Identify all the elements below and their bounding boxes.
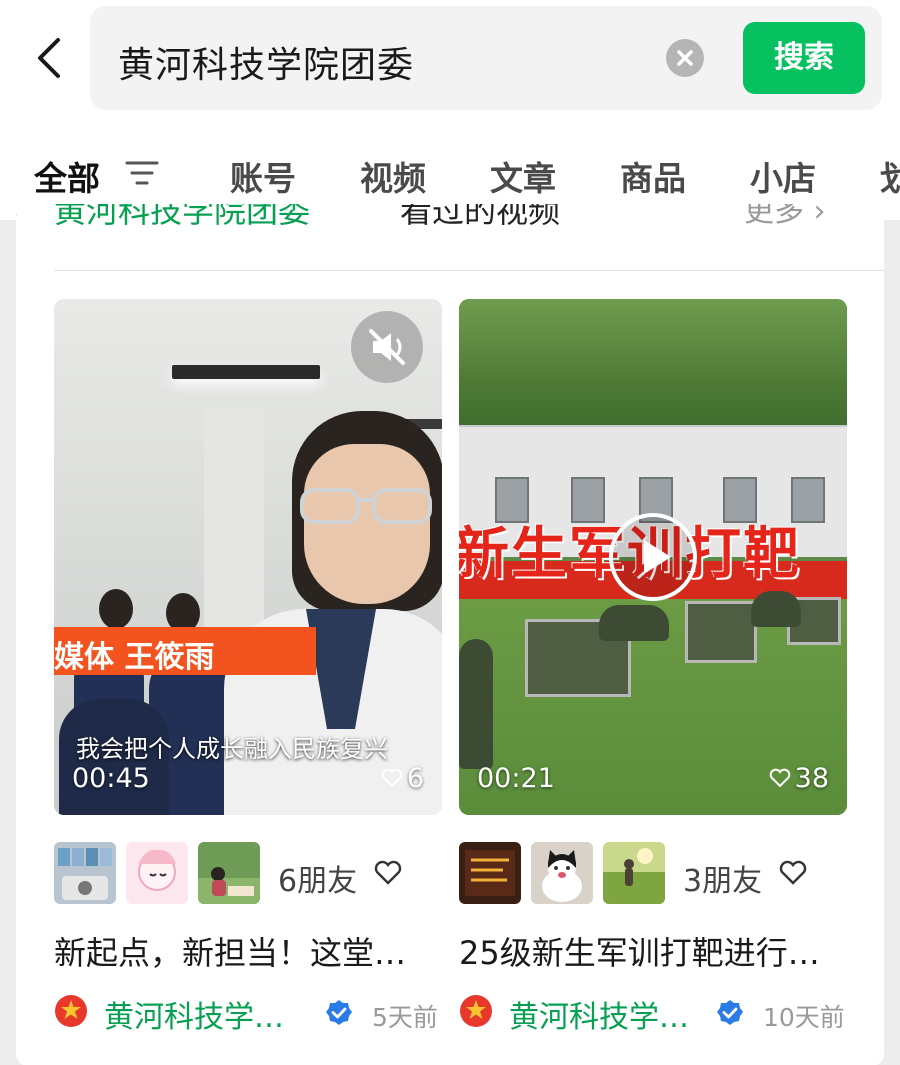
- video-title[interactable]: 新起点，新担当！这堂…: [54, 928, 442, 974]
- verified-icon: [717, 1000, 743, 1025]
- mute-icon[interactable]: [351, 311, 423, 383]
- search-query-text[interactable]: 黄河科技学院团委: [118, 36, 414, 88]
- more-link[interactable]: 更多 ›: [744, 204, 826, 230]
- search-input[interactable]: 黄河科技学院团委 搜索: [90, 6, 882, 110]
- search-button[interactable]: 搜索: [743, 22, 865, 94]
- publish-time: 10天前: [763, 1003, 845, 1032]
- back-arrow-icon[interactable]: [30, 36, 70, 80]
- watched-videos-card: 黄河科技学院团委 看过的视频 更多 › 媒体 王筱雨 我会把个人成长融入民族复兴…: [16, 204, 884, 1065]
- author-name[interactable]: 黄河科技学…: [509, 992, 689, 1036]
- author-row[interactable]: 黄河科技学… 10天前: [459, 992, 851, 1036]
- avatar[interactable]: [531, 842, 593, 904]
- video-title[interactable]: 25级新生军训打靶进行…: [459, 928, 847, 974]
- video-duration: 00:45: [72, 763, 150, 794]
- avatar[interactable]: [603, 842, 665, 904]
- heart-icon[interactable]: [779, 860, 807, 886]
- friends-count: 6朋友: [278, 864, 358, 899]
- section-title-account[interactable]: 黄河科技学院团委: [54, 204, 310, 232]
- video-duration: 00:21: [477, 763, 555, 794]
- tab-product[interactable]: 商品: [620, 152, 686, 200]
- name-banner-text: 媒体 王筱雨: [54, 640, 215, 675]
- tab-all[interactable]: 全部: [34, 152, 100, 200]
- top-search-bar: 黄河科技学院团委 搜索: [0, 0, 900, 118]
- tab-account[interactable]: 账号: [230, 152, 296, 200]
- section-header: 黄河科技学院团委 看过的视频 更多 ›: [54, 204, 864, 270]
- heart-icon[interactable]: [374, 860, 402, 886]
- publish-time: 5天前: [372, 1003, 438, 1032]
- filter-icon[interactable]: [124, 158, 160, 188]
- avatar[interactable]: [198, 842, 260, 904]
- video-likes: 6: [381, 763, 424, 794]
- verified-icon: [326, 1000, 352, 1025]
- tab-shop[interactable]: 小店: [750, 152, 816, 200]
- clear-icon[interactable]: [666, 39, 704, 77]
- video-thumbnail-1[interactable]: 媒体 王筱雨 我会把个人成长融入民族复兴 00:45 6: [54, 299, 442, 815]
- likes-count: 38: [794, 763, 829, 794]
- video-thumbnail-2[interactable]: 新生军训打靶 00:21 38: [459, 299, 847, 815]
- league-badge-icon: [460, 995, 492, 1027]
- avatar[interactable]: [459, 842, 521, 904]
- heart-icon: [381, 768, 403, 788]
- video-subtitle: 我会把个人成长融入民族复兴: [76, 735, 388, 763]
- tab-video[interactable]: 视频: [360, 152, 426, 200]
- author-name[interactable]: 黄河科技学…: [104, 992, 284, 1036]
- divider: [54, 270, 884, 271]
- author-row[interactable]: 黄河科技学… 5天前: [54, 992, 446, 1036]
- section-title-label: 看过的视频: [400, 204, 561, 230]
- tab-more-cut[interactable]: 划: [880, 152, 900, 200]
- video-likes: 38: [769, 763, 829, 794]
- likes-count: 6: [406, 763, 424, 794]
- avatar[interactable]: [126, 842, 188, 904]
- play-icon[interactable]: [609, 513, 697, 601]
- tab-article[interactable]: 文章: [490, 152, 556, 200]
- friends-count: 3朋友: [683, 864, 763, 899]
- avatar[interactable]: [54, 842, 116, 904]
- league-badge-icon: [55, 995, 87, 1027]
- heart-icon: [769, 768, 790, 788]
